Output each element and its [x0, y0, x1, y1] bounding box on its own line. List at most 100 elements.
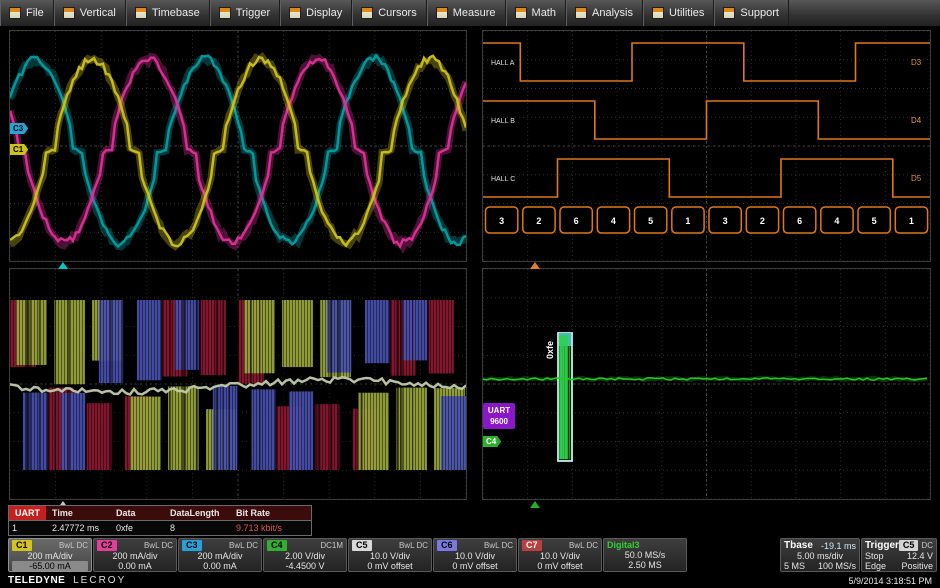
channel-coupling: BwL DC	[399, 541, 428, 550]
bus-decode-value: 1	[685, 216, 690, 226]
channel-scale: 10.0 V/div	[437, 551, 513, 561]
trigger-label: Trigger	[865, 540, 899, 551]
channel-badge-c4: C4	[267, 540, 287, 551]
timebase-descriptor[interactable]: Tbase -19.1 ms 5.00 ms/div 5 MS 100 MS/s	[780, 538, 860, 572]
trigger-coupling: DC	[921, 541, 933, 550]
menu-item-label: Cursors	[378, 7, 417, 19]
utilities-icon	[652, 7, 664, 19]
menu-item-support[interactable]: Support	[714, 0, 789, 26]
grid-pwm-phases[interactable]	[9, 268, 467, 500]
menu-item-label: Trigger	[236, 7, 270, 19]
menu-item-measure[interactable]: Measure	[427, 0, 506, 26]
channel-offset: -4.4500 V	[267, 561, 343, 571]
col-data: Data	[113, 508, 167, 518]
uart-badge-baud: 9600	[484, 416, 514, 427]
channel-scale: 2.00 V/div	[267, 551, 343, 561]
menu-item-trigger[interactable]: Trigger	[210, 0, 280, 26]
digital-line-label: D4	[911, 116, 922, 125]
status-footer: TELEDYNE LECROY 5/9/2014 3:18:51 PM	[0, 573, 940, 588]
menu-item-label: Utilities	[669, 7, 704, 19]
menu-bar: File Vertical Timebase Trigger Display Cursor…	[0, 0, 940, 27]
grid-uart-signal[interactable]: 0xfe	[482, 268, 931, 500]
hall-label: HALL A	[491, 60, 515, 67]
bus-decode-value: 2	[760, 216, 765, 226]
trigger-level: 12.4 V	[907, 551, 933, 561]
menu-item-display[interactable]: Display	[280, 0, 352, 26]
channel-scale: 200 mA/div	[182, 551, 258, 561]
timebase-scale: 5.00 ms/div	[784, 551, 856, 561]
uart-table-header: UART Time Data DataLength Bit Rate	[9, 506, 311, 521]
bus-decode-value: 3	[723, 216, 728, 226]
channel-descriptor-c2[interactable]: C2 BwL DC200 mA/div0.00 mA	[93, 538, 177, 572]
channel-descriptor-c7[interactable]: C7BwL DC10.0 V/div0 mV offset	[518, 538, 602, 572]
channel-descriptor-c3[interactable]: C3BwL DC200 mA/div0.00 mA	[178, 538, 262, 572]
timebase-label: Tbase	[784, 540, 813, 551]
menu-item-file[interactable]: File	[0, 0, 54, 26]
trigger-position-marker-tl[interactable]	[58, 262, 68, 269]
channel-badge-c2: C2	[97, 540, 117, 551]
menu-item-label: Timebase	[152, 7, 200, 19]
uart-decode-badge[interactable]: UART 9600	[483, 403, 515, 429]
channel-scale: 200 mA/div	[12, 551, 88, 561]
cell-time: 2.47772 ms	[49, 523, 113, 533]
channel-offset: 0.00 mA	[182, 561, 258, 571]
channel-scale: 200 mA/div	[97, 551, 173, 561]
menu-item-label: Vertical	[80, 7, 116, 19]
channel-descriptors: C1BwL DC200 mA/div-65.00 mAC2BwL DC200 m…	[8, 538, 603, 572]
trigger-slope: Positive	[901, 561, 933, 571]
waveform-area: HALL AD3HALL BD4HALL CD5326451326451 0xf…	[0, 27, 940, 505]
timebase-samples: 5 MS	[784, 561, 805, 571]
digital-line-label: D3	[911, 58, 922, 67]
channel-descriptor-c5[interactable]: C5BwL DC10.0 V/div0 mV offset	[348, 538, 432, 572]
hall-digital-waveforms: HALL AD3HALL BD4HALL CD5326451326451	[483, 31, 930, 261]
bus-decode-value: 2	[536, 216, 541, 226]
brand-lecroy: LECROY	[73, 575, 126, 586]
timebase-delay: -19.1 ms	[821, 541, 856, 551]
grid-analog-phase-currents[interactable]	[9, 30, 467, 262]
cell-bitrate: 9.713 kbit/s	[233, 523, 307, 533]
channel-coupling: BwL DC	[144, 541, 173, 550]
menu-item-cursors[interactable]: Cursors	[352, 0, 427, 26]
grid-hall-digital[interactable]: HALL AD3HALL BD4HALL CD5326451326451	[482, 30, 931, 262]
menu-item-analysis[interactable]: Analysis	[566, 0, 643, 26]
channel-badge-c6: C6	[437, 540, 457, 551]
cell-data: 0xfe	[113, 523, 167, 533]
bus-decode-value: 5	[872, 216, 877, 226]
bus-decode-value: 4	[834, 216, 839, 226]
menu-item-utilities[interactable]: Utilities	[643, 0, 714, 26]
uart-decoded-value: 0xfe	[545, 341, 555, 359]
channel-coupling: BwL DC	[484, 541, 513, 550]
channel-offset: 0.00 mA	[97, 561, 173, 571]
trigger-type: Edge	[865, 561, 886, 571]
menu-item-label: Support	[740, 7, 779, 19]
menu-item-vertical[interactable]: Vertical	[54, 0, 126, 26]
bus-decode-value: 3	[499, 216, 504, 226]
channel-descriptor-c1[interactable]: C1BwL DC200 mA/div-65.00 mA	[8, 538, 92, 572]
trigger-descriptor[interactable]: Trigger C5 DC Stop 12.4 V Edge Positive	[861, 538, 937, 572]
pwm-waveforms	[10, 269, 466, 499]
menu-item-math[interactable]: Math	[506, 0, 566, 26]
channel-descriptor-c4[interactable]: C4DC1M2.00 V/div-4.4500 V	[263, 538, 347, 572]
channel-descriptor-c6[interactable]: C6 BwL DC10.0 V/div0 mV offset	[433, 538, 517, 572]
digital-label: Digital3	[607, 540, 640, 550]
channel-badge-c5: C5	[352, 540, 372, 551]
math-icon	[515, 7, 527, 19]
bus-decode-value: 6	[797, 216, 802, 226]
trigger-source-badge: C5	[899, 540, 919, 551]
trigger-position-marker-br[interactable]	[530, 501, 540, 508]
digital-descriptor[interactable]: Digital3 50.0 MS/s 2.50 MS	[603, 538, 687, 572]
hall-label: HALL C	[491, 176, 515, 183]
teledyne-lecroy-logo: TELEDYNE LECROY	[8, 575, 126, 586]
col-bitrate: Bit Rate	[233, 508, 307, 518]
menu-item-label: File	[26, 7, 44, 19]
timebase-icon	[135, 7, 147, 19]
menu-item-label: Measure	[453, 7, 496, 19]
trigger-position-marker-tr[interactable]	[530, 262, 540, 269]
file-icon	[9, 7, 21, 19]
digital-sample-rate: 50.0 MS/s	[607, 550, 683, 560]
menu-item-label: Display	[306, 7, 342, 19]
bus-decode-value: 4	[611, 216, 616, 226]
cell-index: 1	[9, 523, 49, 533]
menu-item-timebase[interactable]: Timebase	[126, 0, 210, 26]
channel-offset: 0 mV offset	[437, 561, 513, 571]
